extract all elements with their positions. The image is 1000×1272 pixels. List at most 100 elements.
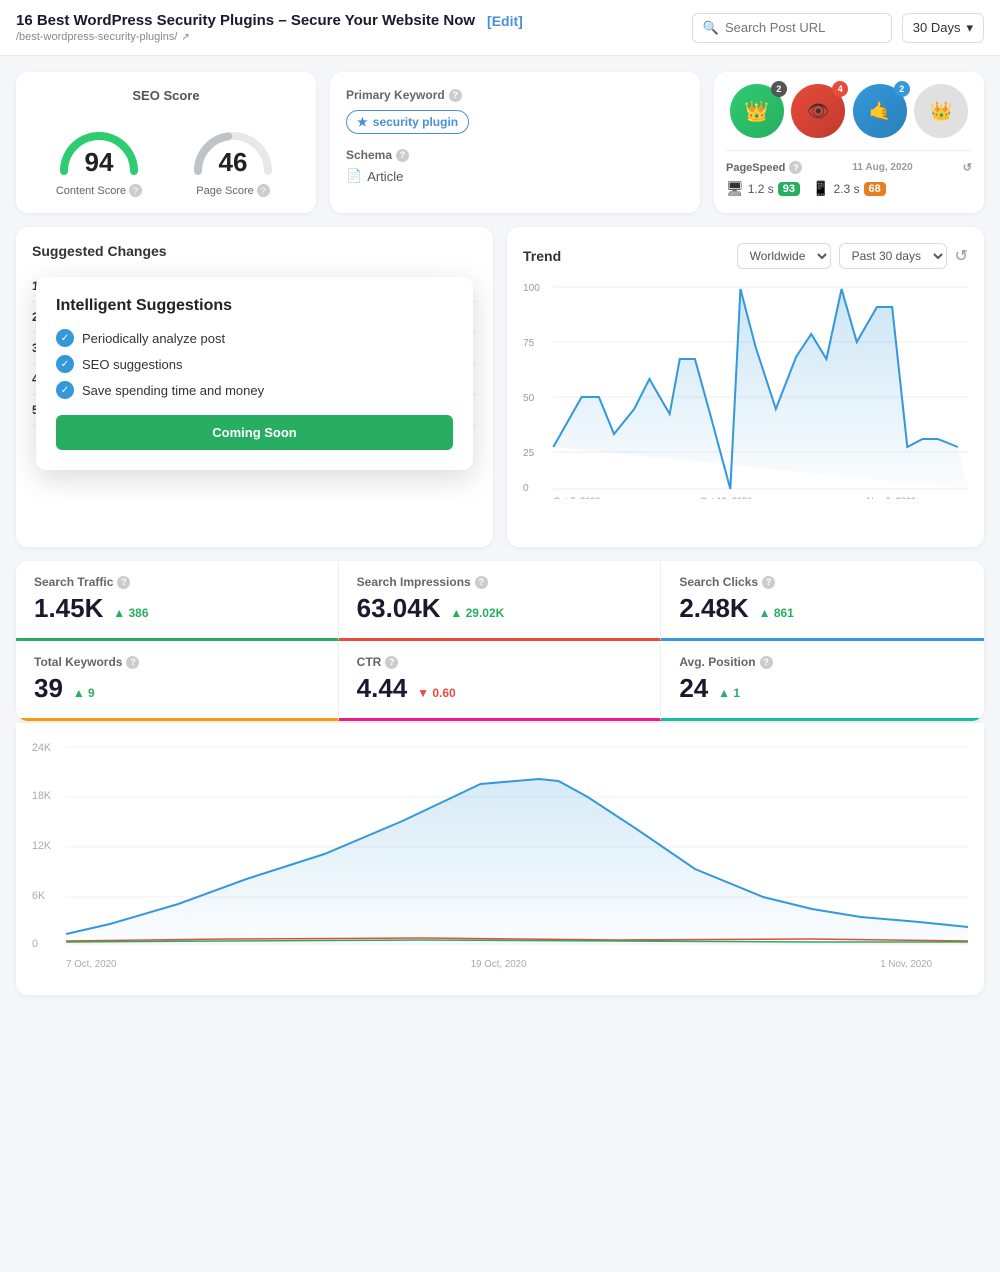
edit-link[interactable]: [Edit] xyxy=(487,13,523,29)
intelligent-suggestions-popup: Intelligent Suggestions ✓ Periodically a… xyxy=(36,277,473,470)
pagespeed-help-icon[interactable]: ? xyxy=(789,161,802,174)
article-icon: 📄 xyxy=(346,168,362,184)
svg-text:50: 50 xyxy=(523,393,535,404)
svg-text:24K: 24K xyxy=(32,742,52,754)
chevron-down-icon: ▾ xyxy=(966,20,973,36)
refresh-icon[interactable]: ↺ xyxy=(963,161,972,174)
search-clicks-value-row: 2.48K ▲ 861 xyxy=(679,593,966,624)
page-score-label: Page Score ? xyxy=(196,184,269,197)
avg-position-value-row: 24 ▲ 1 xyxy=(679,673,966,704)
page-title-row: 16 Best WordPress Security Plugins – Sec… xyxy=(16,12,692,29)
header-left: 16 Best WordPress Security Plugins – Sec… xyxy=(16,12,692,43)
svg-text:25: 25 xyxy=(523,448,535,459)
search-input[interactable] xyxy=(725,20,875,35)
big-chart-svg: 24K 18K 12K 6K 0 7 Oct, 2020 xyxy=(32,739,968,979)
ctr-value-row: 4.44 ▼ 0.60 xyxy=(357,673,643,704)
search-clicks-label: Search Clicks ? xyxy=(679,575,966,589)
popup-list: ✓ Periodically analyze post ✓ SEO sugges… xyxy=(56,329,453,399)
external-link-icon: ↗ xyxy=(181,32,189,43)
seo-score-title: SEO Score xyxy=(32,88,300,103)
badges-row: 👑 2 👁 4 🤙 2 xyxy=(726,84,972,138)
schema-label: Schema ? xyxy=(346,148,684,162)
keyword-card: Primary Keyword ? ★ security plugin Sche… xyxy=(330,72,700,213)
avg-position-label: Avg. Position ? xyxy=(679,655,966,669)
content-score-label: Content Score ? xyxy=(56,184,142,197)
ctr-label: CTR ? xyxy=(357,655,643,669)
svg-text:6K: 6K xyxy=(32,890,46,902)
trend-card: Trend Worldwide Past 30 days ↺ 100 75 50… xyxy=(507,227,984,547)
score-circles: 94 Content Score ? 46 xyxy=(32,113,300,197)
search-traffic-box: Search Traffic ? 1.45K ▲ 386 xyxy=(16,561,339,641)
search-impressions-value-row: 63.04K ▲ 29.02K xyxy=(357,593,643,624)
big-chart-area: 24K 18K 12K 6K 0 7 Oct, 2020 xyxy=(32,739,968,979)
popup-item-2: ✓ SEO suggestions xyxy=(56,355,453,373)
search-box[interactable]: 🔍 xyxy=(692,13,892,43)
search-impressions-help[interactable]: ? xyxy=(475,576,488,589)
check-icon-3: ✓ xyxy=(56,381,74,399)
stats-wrapper: Search Traffic ? 1.45K ▲ 386 Search Impr… xyxy=(16,561,984,721)
big-chart-container: 24K 18K 12K 6K 0 7 Oct, 2020 xyxy=(16,723,984,995)
search-traffic-help[interactable]: ? xyxy=(117,576,130,589)
trend-header: Trend Worldwide Past 30 days ↺ xyxy=(523,243,968,269)
avg-position-delta: ▲ 1 xyxy=(718,686,740,700)
page-url: /best-wordpress-security-plugins/ ↗ xyxy=(16,31,692,43)
badge-count-3: 2 xyxy=(894,81,910,97)
suggested-card: Suggested Changes 1 5 Headings That Go..… xyxy=(16,227,493,547)
ctr-delta: ▼ 0.60 xyxy=(417,686,456,700)
total-keywords-help[interactable]: ? xyxy=(126,656,139,669)
crown-green-icon: 👑 xyxy=(744,99,769,124)
search-impressions-delta: ▲ 29.02K xyxy=(450,606,504,620)
page-score-help-icon[interactable]: ? xyxy=(257,184,270,197)
page-title: 16 Best WordPress Security Plugins – Sec… xyxy=(16,12,475,29)
mobile-metric: 📱 2.3 s 68 xyxy=(812,180,886,197)
ctr-value: 4.44 xyxy=(357,673,408,703)
search-traffic-label: Search Traffic ? xyxy=(34,575,320,589)
trend-chart-svg: 100 75 50 25 0 xyxy=(523,279,968,499)
schema-help-icon[interactable]: ? xyxy=(396,149,409,162)
main-content: SEO Score 94 Content Score ? xyxy=(0,56,1000,1011)
svg-text:18K: 18K xyxy=(32,790,52,802)
avg-position-value: 24 xyxy=(679,673,708,703)
hand-icon: 🤙 xyxy=(869,101,891,122)
pagespeed-row: PageSpeed ? 11 Aug, 2020 ↺ 🖥 1.2 s 93 📱 … xyxy=(726,150,972,197)
svg-text:19 Oct, 2020: 19 Oct, 2020 xyxy=(471,959,527,970)
avg-position-help[interactable]: ? xyxy=(760,656,773,669)
ctr-help[interactable]: ? xyxy=(385,656,398,669)
total-keywords-delta: ▲ 9 xyxy=(73,686,95,700)
desktop-time: 1.2 s xyxy=(748,182,774,196)
content-score-help-icon[interactable]: ? xyxy=(129,184,142,197)
svg-text:0: 0 xyxy=(32,938,38,950)
badge-count-2: 4 xyxy=(832,81,848,97)
svg-text:Oct 19, 2020: Oct 19, 2020 xyxy=(700,496,752,499)
seo-score-card: SEO Score 94 Content Score ? xyxy=(16,72,316,213)
trend-title: Trend xyxy=(523,248,729,264)
search-clicks-help[interactable]: ? xyxy=(762,576,775,589)
search-clicks-delta: ▲ 861 xyxy=(759,606,794,620)
pagespeed-metrics: 🖥 1.2 s 93 📱 2.3 s 68 xyxy=(726,180,972,197)
keyword-help-icon[interactable]: ? xyxy=(449,89,462,102)
svg-text:7 Oct, 2020: 7 Oct, 2020 xyxy=(66,959,117,970)
stats-top-row: Search Traffic ? 1.45K ▲ 386 Search Impr… xyxy=(16,561,984,641)
page-gauge: 46 xyxy=(183,113,283,178)
badge-eye-red: 👁 4 xyxy=(791,84,845,138)
trend-refresh-icon[interactable]: ↺ xyxy=(955,246,968,266)
popup-title: Intelligent Suggestions xyxy=(56,297,453,315)
keyword-label: Primary Keyword ? xyxy=(346,88,684,102)
search-traffic-value: 1.45K xyxy=(34,593,103,623)
suggested-title: Suggested Changes xyxy=(32,243,477,259)
trend-chart-area: 100 75 50 25 0 xyxy=(523,279,968,499)
region-select[interactable]: Worldwide xyxy=(737,243,831,269)
period-select[interactable]: Past 30 days xyxy=(839,243,947,269)
check-icon-2: ✓ xyxy=(56,355,74,373)
svg-text:75: 75 xyxy=(523,338,535,349)
page-score-item: 46 Page Score ? xyxy=(183,113,283,197)
avg-position-box: Avg. Position ? 24 ▲ 1 xyxy=(661,641,984,721)
days-select[interactable]: 30 Days ▾ xyxy=(902,13,984,43)
coming-soon-button[interactable]: Coming Soon xyxy=(56,415,453,450)
eye-icon: 👁 xyxy=(807,101,830,122)
search-icon: 🔍 xyxy=(703,20,719,36)
crown-gray-icon: 👑 xyxy=(930,101,952,122)
search-clicks-value: 2.48K xyxy=(679,593,748,623)
pagespeed-date: 11 Aug, 2020 xyxy=(852,162,912,173)
badges-card: 👑 2 👁 4 🤙 2 xyxy=(714,72,984,213)
